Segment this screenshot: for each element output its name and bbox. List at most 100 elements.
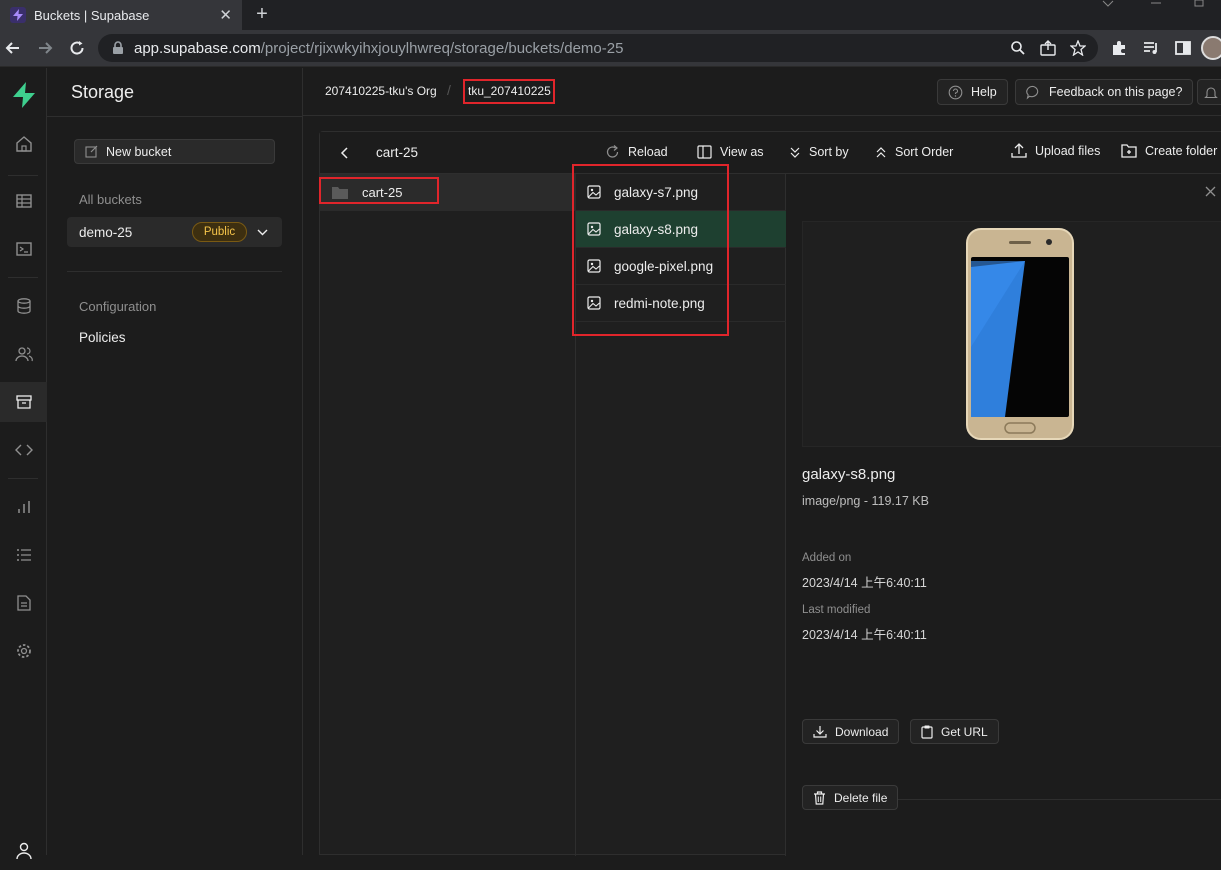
- logs-list-icon[interactable]: [0, 535, 47, 575]
- url-host: app.supabase.com: [134, 39, 261, 57]
- sort-by-button[interactable]: Sort by: [789, 145, 849, 159]
- supabase-logo-icon[interactable]: [0, 75, 47, 115]
- new-tab-button[interactable]: +: [252, 4, 272, 24]
- file-column: galaxy-s7.png galaxy-s8.png google-pixel…: [576, 174, 786, 856]
- rail-divider: [8, 277, 38, 278]
- file-item[interactable]: google-pixel.png: [576, 248, 786, 285]
- rail-divider: [8, 478, 38, 479]
- added-on-value: 2023/4/14 上午6:40:11: [802, 576, 927, 590]
- folder-column: cart-25: [320, 174, 576, 856]
- close-icon[interactable]: [1205, 186, 1216, 197]
- last-modified-value: 2023/4/14 上午6:40:11: [802, 628, 927, 642]
- media-control-icon[interactable]: [1142, 39, 1160, 57]
- breadcrumb-separator: /: [447, 82, 451, 98]
- notifications-button[interactable]: [1197, 79, 1221, 105]
- file-item-selected[interactable]: galaxy-s8.png: [576, 211, 786, 248]
- bell-icon: [1204, 86, 1218, 98]
- create-folder-label: Create folder: [1145, 143, 1218, 158]
- url-field[interactable]: app.supabase.com /project/rjixwkyihxjouy…: [98, 34, 1098, 62]
- sql-editor-icon[interactable]: [0, 229, 47, 269]
- view-as-button[interactable]: View as: [697, 145, 764, 159]
- help-circle-icon: [948, 85, 963, 99]
- added-on-label: Added on: [802, 552, 852, 564]
- trash-icon: [814, 790, 825, 805]
- maximize-icon[interactable]: [1194, 0, 1204, 8]
- download-icon: [813, 726, 827, 738]
- browser-tab[interactable]: Buckets | Supabase ✕: [0, 0, 242, 30]
- home-icon[interactable]: [0, 124, 47, 164]
- edge-functions-code-icon[interactable]: [0, 430, 47, 470]
- table-editor-icon[interactable]: [0, 181, 47, 221]
- file-name: redmi-note.png: [614, 295, 705, 311]
- folder-item[interactable]: cart-25: [320, 174, 576, 211]
- supabase-app: Storage New bucket All buckets demo-25 P…: [0, 68, 1221, 859]
- file-item[interactable]: galaxy-s7.png: [576, 174, 786, 211]
- database-icon[interactable]: [0, 286, 47, 326]
- browser-tab-title: Buckets | Supabase: [34, 7, 150, 23]
- upload-files-label: Upload files: [1035, 143, 1101, 158]
- public-badge: Public: [192, 222, 247, 242]
- profile-avatar[interactable]: [1201, 36, 1221, 60]
- zoom-search-icon[interactable]: [1010, 40, 1026, 56]
- message-icon: [1026, 85, 1039, 99]
- reload-page-icon[interactable]: [68, 39, 86, 57]
- side-panel-icon[interactable]: [1174, 39, 1192, 57]
- bucket-item-demo-25[interactable]: demo-25 Public: [67, 217, 282, 247]
- tab-close-icon[interactable]: ✕: [219, 8, 232, 23]
- preview-file-name: galaxy-s8.png: [802, 466, 896, 483]
- sidebar-item-policies[interactable]: Policies: [79, 330, 126, 345]
- sort-order-button[interactable]: Sort Order: [875, 145, 953, 159]
- authentication-users-icon[interactable]: [0, 334, 47, 374]
- chevron-down-icon[interactable]: [257, 229, 268, 236]
- phone-image: [966, 228, 1074, 440]
- tab-search-icon[interactable]: [1102, 0, 1114, 8]
- minimize-icon[interactable]: [1150, 0, 1162, 8]
- download-button[interactable]: Download: [802, 719, 900, 744]
- upload-icon: [1011, 143, 1027, 158]
- storage-icon[interactable]: [0, 382, 47, 422]
- image-file-icon: [587, 222, 601, 236]
- extensions-puzzle-icon[interactable]: [1110, 39, 1128, 57]
- reload-button[interactable]: Reload: [605, 145, 668, 159]
- delete-file-button[interactable]: Delete file: [802, 785, 899, 810]
- settings-gear-icon[interactable]: [0, 631, 47, 671]
- view-as-label: View as: [720, 145, 764, 159]
- forward-arrow-icon[interactable]: [36, 39, 54, 57]
- edit-icon: [85, 145, 98, 158]
- help-button[interactable]: Help: [937, 79, 1008, 105]
- breadcrumb-org[interactable]: 207410225-tku's Org: [325, 84, 437, 98]
- upload-files-button[interactable]: Upload files: [1011, 143, 1100, 158]
- breadcrumb-project[interactable]: tku_207410225: [468, 84, 551, 98]
- sidebar-divider: [47, 116, 303, 117]
- supabase-favicon-icon: [10, 7, 26, 23]
- download-label: Download: [835, 724, 889, 739]
- bookmark-star-icon[interactable]: [1070, 40, 1086, 56]
- back-arrow-icon[interactable]: [4, 39, 22, 57]
- reports-chart-icon[interactable]: [0, 487, 47, 527]
- explorer-current-folder: cart-25: [376, 145, 419, 160]
- file-item[interactable]: redmi-note.png: [576, 285, 786, 322]
- refresh-icon: [606, 145, 619, 158]
- new-bucket-label: New bucket: [106, 144, 172, 159]
- get-url-label: Get URL: [941, 724, 988, 739]
- image-preview: [802, 221, 1221, 447]
- api-docs-icon[interactable]: [0, 583, 47, 623]
- chevrons-up-icon: [876, 147, 886, 158]
- folder-plus-icon: [1121, 144, 1137, 158]
- share-icon[interactable]: [1040, 40, 1056, 56]
- sort-by-label: Sort by: [809, 145, 849, 159]
- file-name: galaxy-s7.png: [614, 184, 699, 200]
- new-bucket-button[interactable]: New bucket: [74, 139, 275, 164]
- user-account-icon[interactable]: [0, 830, 47, 870]
- feedback-button[interactable]: Feedback on this page?: [1015, 79, 1194, 105]
- file-name: google-pixel.png: [614, 258, 714, 274]
- last-modified-label: Last modified: [802, 604, 871, 616]
- image-file-icon: [587, 296, 601, 310]
- storage-sidebar: Storage New bucket All buckets demo-25 P…: [47, 68, 303, 855]
- chevron-left-icon[interactable]: [340, 146, 350, 160]
- get-url-button[interactable]: Get URL: [910, 719, 999, 744]
- image-file-icon: [587, 259, 601, 273]
- reload-label: Reload: [628, 145, 668, 159]
- all-buckets-label: All buckets: [79, 192, 142, 207]
- create-folder-button[interactable]: Create folder: [1121, 143, 1217, 158]
